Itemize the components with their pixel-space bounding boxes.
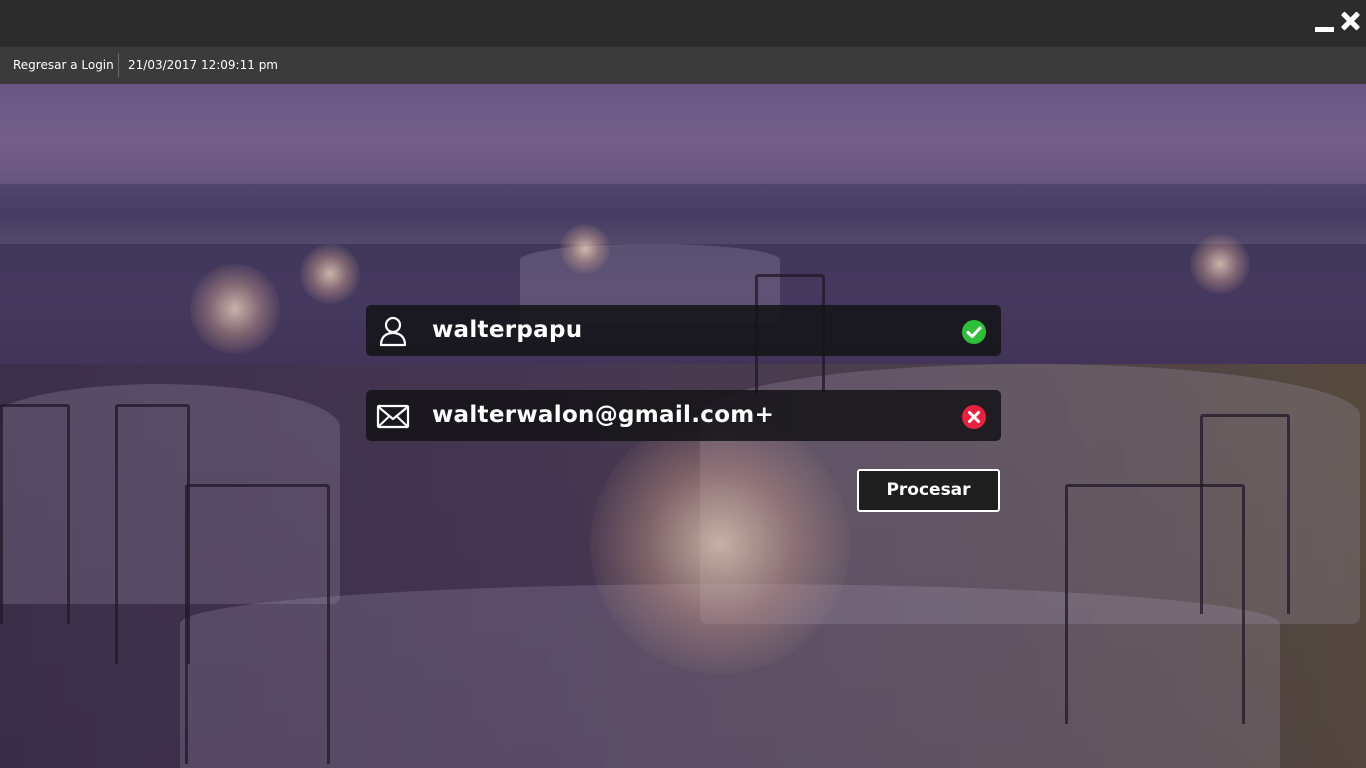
x-circle-icon — [962, 405, 986, 429]
username-field[interactable]: walterpapu — [366, 305, 1001, 356]
toolbar: Regresar a Login 21/03/2017 12:09:11 pm — [0, 47, 1366, 84]
user-icon — [376, 314, 410, 348]
back-to-login-link[interactable]: Regresar a Login — [0, 47, 126, 84]
toolbar-divider — [118, 53, 119, 77]
check-circle-icon — [962, 320, 986, 344]
envelope-icon — [376, 399, 410, 433]
title-bar — [0, 0, 1366, 47]
datetime-label: 21/03/2017 12:09:11 pm — [128, 58, 278, 72]
close-icon[interactable] — [1339, 8, 1361, 34]
username-value[interactable]: walterpapu — [432, 305, 582, 356]
minimize-icon[interactable] — [1315, 27, 1334, 32]
email-value[interactable]: walterwalon@gmail.com+ — [432, 390, 774, 441]
email-field[interactable]: walterwalon@gmail.com+ — [366, 390, 1001, 441]
process-button[interactable]: Procesar — [857, 469, 1000, 512]
